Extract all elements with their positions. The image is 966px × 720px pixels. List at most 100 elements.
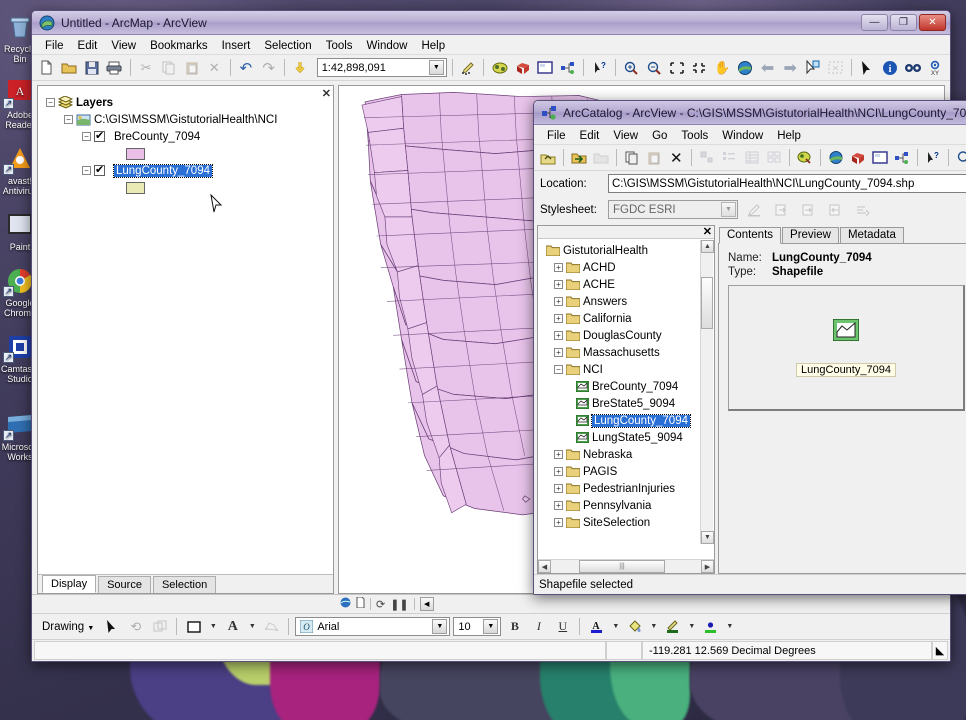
tree-node-achd[interactable]: + ACHD xyxy=(542,259,714,276)
new-text-icon[interactable]: A xyxy=(222,616,243,637)
expand-toggle-icon[interactable]: − xyxy=(82,132,91,141)
expand-toggle-icon[interactable]: + xyxy=(554,280,563,289)
layout-icon[interactable] xyxy=(870,147,890,168)
tab-metadata[interactable]: Metadata xyxy=(839,227,904,243)
paste-icon[interactable] xyxy=(644,147,664,168)
new-rectangle-icon[interactable] xyxy=(183,616,204,637)
minimize-button[interactable]: — xyxy=(861,14,888,31)
layer-symbol-swatch[interactable] xyxy=(126,147,145,160)
select-element-icon[interactable] xyxy=(101,616,122,637)
tree-node-lungcounty[interactable]: LungCounty_7094 xyxy=(542,412,714,429)
marker-color-icon[interactable] xyxy=(700,616,721,637)
menu-tools[interactable]: Tools xyxy=(319,38,360,54)
whats-this-icon[interactable]: ? xyxy=(923,147,943,168)
chevron-down-icon[interactable]: ▼ xyxy=(724,616,735,637)
print-icon[interactable] xyxy=(104,57,125,78)
copy-icon[interactable] xyxy=(159,57,180,78)
catalog-tree-items[interactable]: GistutorialHealth + ACHD + ACHE + Answer… xyxy=(538,239,714,559)
toc-symbol-brecounty[interactable] xyxy=(44,145,329,162)
toc-root-layers[interactable]: − Layers xyxy=(44,94,329,111)
expand-toggle-icon[interactable]: − xyxy=(46,98,55,107)
tree-node-lungstate5[interactable]: LungState5_9094 xyxy=(542,429,714,446)
tree-node-brestate5[interactable]: BreState5_9094 xyxy=(542,395,714,412)
arcmap-titlebar[interactable]: Untitled - ArcMap - ArcView — ❐ ✕ xyxy=(32,11,950,35)
menu-bookmarks[interactable]: Bookmarks xyxy=(143,38,215,54)
tree-node-brecounty[interactable]: BreCounty_7094 xyxy=(542,378,714,395)
arctoolbox-icon[interactable] xyxy=(826,147,846,168)
arccatalog-window[interactable]: ArcCatalog - ArcView - C:\GIS\MSSM\Gistu… xyxy=(533,100,966,595)
toc-group-layer[interactable]: − C:\GIS\MSSM\GistutorialHealth\NCI xyxy=(44,111,329,128)
expand-toggle-icon[interactable]: + xyxy=(554,314,563,323)
tree-node-pagis[interactable]: + PAGIS xyxy=(542,463,714,480)
expand-toggle-icon[interactable]: + xyxy=(554,518,563,527)
toc-layer-brecounty[interactable]: − BreCounty_7094 xyxy=(44,128,329,145)
select-elements-icon[interactable] xyxy=(857,57,878,78)
expand-toggle-icon[interactable]: + xyxy=(554,501,563,510)
model-icon[interactable] xyxy=(512,57,533,78)
zoom-out-icon[interactable] xyxy=(644,57,665,78)
collapse-icon[interactable]: ◀ xyxy=(419,597,434,611)
table-of-contents-panel[interactable]: ✕ − Layers − C:\GIS\MSSM\GistutorialHeal… xyxy=(37,85,334,594)
scroll-down-button[interactable]: ▼ xyxy=(701,531,714,544)
fill-color-icon[interactable] xyxy=(624,616,645,637)
create-thumbnail-icon[interactable] xyxy=(825,199,846,220)
chevron-down-icon[interactable]: ▼ xyxy=(207,616,219,637)
page-icon[interactable] xyxy=(356,596,365,611)
layer-visibility-checkbox[interactable] xyxy=(94,129,105,142)
chevron-down-icon[interactable]: ▼ xyxy=(483,619,499,634)
toc-layer-lungcounty[interactable]: − LungCounty_7094 xyxy=(44,162,329,179)
menu-go[interactable]: Go xyxy=(645,128,674,144)
select-features-icon[interactable] xyxy=(803,57,824,78)
forward-extent-icon[interactable]: ➡ xyxy=(780,57,801,78)
identify-icon[interactable]: i xyxy=(880,57,901,78)
pause-icon[interactable]: ❚❚ xyxy=(390,598,408,611)
layout-icon[interactable] xyxy=(535,57,556,78)
tree-node-pedestrianinjuries[interactable]: + PedestrianInjuries xyxy=(542,480,714,497)
scroll-up-button[interactable]: ▲ xyxy=(701,240,714,253)
arccatalog-titlebar[interactable]: ArcCatalog - ArcView - C:\GIS\MSSM\Gistu… xyxy=(534,101,966,125)
map-view-status-strip[interactable]: ⟳ ❚❚ ◀ xyxy=(32,594,950,613)
rotate-icon[interactable]: ⟲ xyxy=(125,616,146,637)
catalog-icon[interactable] xyxy=(558,57,579,78)
scroll-thumb[interactable] xyxy=(701,277,713,329)
arcmap-menubar[interactable]: File Edit View Bookmarks Insert Selectio… xyxy=(32,35,950,55)
stylesheet-combo[interactable]: FGDC ESRI ▼ xyxy=(608,200,738,219)
expand-toggle-icon[interactable]: − xyxy=(64,115,73,124)
collapse-toggle-icon[interactable]: − xyxy=(554,365,563,374)
tab-contents[interactable]: Contents xyxy=(719,227,782,244)
maximize-button[interactable]: ❐ xyxy=(890,14,917,31)
menu-help[interactable]: Help xyxy=(414,38,452,54)
expand-toggle-icon[interactable]: + xyxy=(554,348,563,357)
catalog-tree-vertical-scrollbar[interactable]: ▲ ▼ xyxy=(700,240,714,544)
catalog-tree-horizontal-scrollbar[interactable]: ◀ ||| ▶ xyxy=(538,559,714,573)
copy-icon[interactable] xyxy=(622,147,642,168)
tree-node-nebraska[interactable]: + Nebraska xyxy=(542,446,714,463)
font-color-icon[interactable]: A xyxy=(586,616,607,637)
delete-icon[interactable]: ✕ xyxy=(204,57,225,78)
catalog-tabs[interactable]: Contents Preview Metadata xyxy=(718,225,966,244)
menu-window[interactable]: Window xyxy=(360,38,415,54)
toc-tree[interactable]: − Layers − C:\GIS\MSSM\GistutorialHealth… xyxy=(38,86,333,574)
new-icon[interactable] xyxy=(36,57,57,78)
expand-toggle-icon[interactable]: + xyxy=(554,297,563,306)
go-to-xy-icon[interactable]: XY xyxy=(925,57,946,78)
find-icon[interactable] xyxy=(902,57,923,78)
menu-edit[interactable]: Edit xyxy=(573,128,607,144)
arctoolbox-icon[interactable] xyxy=(489,57,510,78)
drawing-menu[interactable]: Drawing ▼ xyxy=(38,621,98,633)
chevron-down-icon[interactable]: ▼ xyxy=(648,616,659,637)
layer-symbol-swatch[interactable] xyxy=(126,181,145,194)
undo-icon[interactable]: ↶ xyxy=(236,57,257,78)
chevron-down-icon[interactable]: ▼ xyxy=(246,616,258,637)
chevron-down-icon[interactable]: ▼ xyxy=(721,202,736,217)
expand-toggle-icon[interactable]: + xyxy=(554,450,563,459)
tab-preview[interactable]: Preview xyxy=(782,227,839,243)
redo-icon[interactable]: ↷ xyxy=(258,57,279,78)
resize-grip[interactable]: ◣ xyxy=(932,641,948,660)
menu-view[interactable]: View xyxy=(104,38,143,54)
expand-toggle-icon[interactable]: + xyxy=(554,467,563,476)
tree-node-ache[interactable]: + ACHE xyxy=(542,276,714,293)
font-family-combo[interactable]: O Arial ▼ xyxy=(295,617,451,636)
menu-file[interactable]: File xyxy=(38,38,71,54)
tree-node-douglascounty[interactable]: + DouglasCounty xyxy=(542,327,714,344)
